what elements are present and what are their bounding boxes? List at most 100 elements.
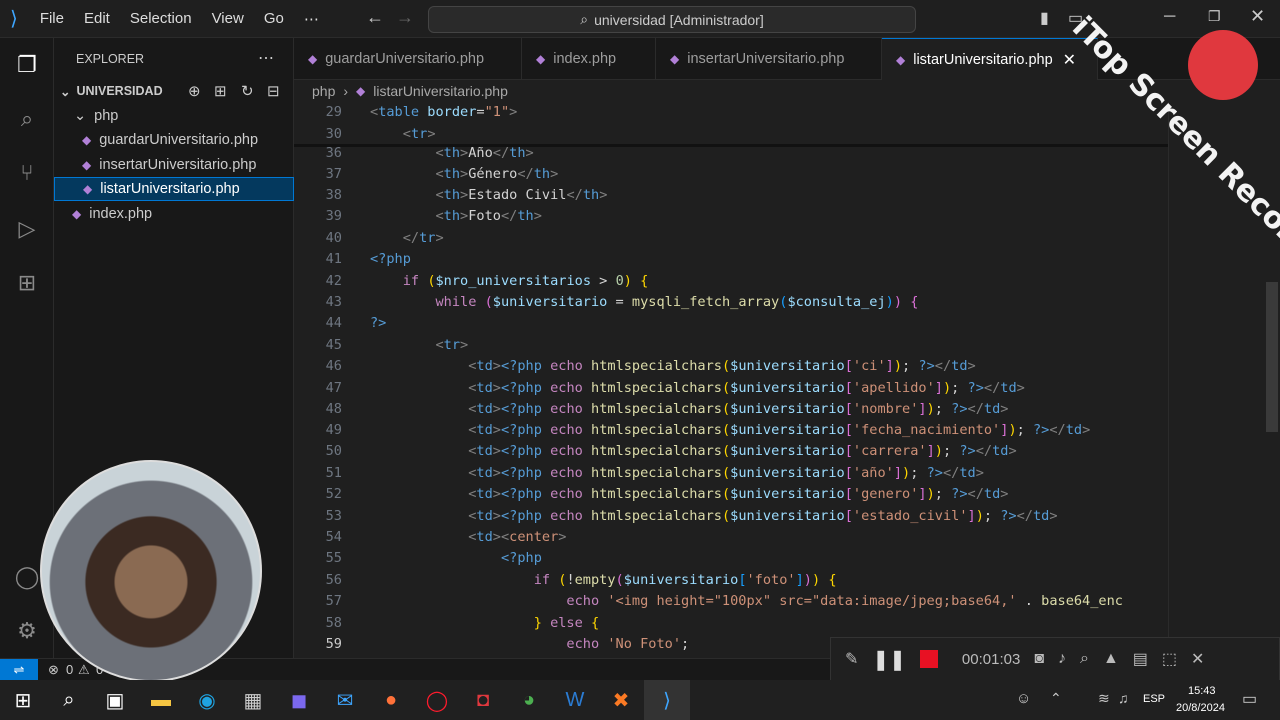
close-recorder-icon[interactable]: ✕ <box>1191 649 1204 669</box>
account-icon[interactable]: ◯ <box>12 562 42 592</box>
people-icon[interactable]: ☺ <box>1016 690 1031 707</box>
restore-icon[interactable]: ❐ <box>1208 8 1221 25</box>
php-file-icon: ◆ <box>536 52 546 66</box>
wifi-icon[interactable]: ≋ <box>1098 690 1110 707</box>
code-line: <tr> <box>402 126 436 142</box>
volume-icon[interactable]: ♫ <box>1118 690 1129 706</box>
line-number: 57 <box>325 593 342 609</box>
mic-icon[interactable]: ♪ <box>1058 650 1066 668</box>
menu-go[interactable]: Go <box>256 10 292 27</box>
notification-icon[interactable]: ▭ <box>1242 689 1257 709</box>
root-folder[interactable]: ⌄ UNIVERSIDAD ⊕ ⊞ ↻ ⊟ <box>54 79 294 103</box>
pause-icon[interactable]: ❚❚ <box>872 647 906 672</box>
file-item[interactable]: ◆ guardarUniversitario.php <box>54 128 294 152</box>
store-icon[interactable]: ▦ <box>230 680 276 720</box>
refresh-icon[interactable]: ↻ <box>241 82 254 100</box>
back-arrow-icon[interactable]: ← <box>366 7 384 28</box>
close-window-icon[interactable]: ✕ <box>1250 6 1265 27</box>
search-icon[interactable]: ⌕ <box>12 104 42 134</box>
php-file-icon: ◆ <box>82 133 92 147</box>
file-item[interactable]: ◆ insertarUniversitario.php <box>54 153 294 177</box>
minimize-icon[interactable]: ─ <box>1164 8 1175 26</box>
firefox-icon[interactable]: ● <box>368 680 414 720</box>
vscode-icon[interactable]: ⟩ <box>644 680 690 720</box>
file-explorer-icon[interactable]: ▬ <box>138 680 184 720</box>
code-line: <td><?php echo htmlspecialchars($univers… <box>468 358 976 374</box>
menu-file[interactable]: File <box>32 10 72 27</box>
close-tab-icon[interactable]: ✕ <box>1063 50 1076 70</box>
collapse-all-icon[interactable]: ⊟ <box>267 82 280 100</box>
line-number: 44 <box>325 315 342 331</box>
line-number: 38 <box>325 187 342 203</box>
file-label: listarUniversitario.php <box>100 181 240 197</box>
scrollbar[interactable] <box>1266 282 1278 432</box>
php-file-icon: ◆ <box>72 207 82 221</box>
code-line: <th>Género</th> <box>435 166 559 182</box>
warning-icon[interactable]: ⚠ <box>78 662 90 678</box>
code-line: <th>Estado Civil</th> <box>435 187 608 203</box>
tab-listar[interactable]: ◆ listarUniversitario.php ✕ <box>882 38 1098 80</box>
line-number: 54 <box>325 529 342 545</box>
code-line: echo '<img height="100px" src="data:imag… <box>566 593 1123 609</box>
menu-view[interactable]: View <box>204 10 252 27</box>
line-number: 58 <box>325 615 342 631</box>
chrome-icon[interactable]: ◕ <box>506 680 552 720</box>
xampp-icon[interactable]: ✖ <box>598 680 644 720</box>
settings-gear-icon[interactable]: ⚙ <box>12 616 42 646</box>
chat-icon[interactable]: ▤ <box>1133 649 1148 669</box>
code-line: <td><center> <box>468 529 567 545</box>
code-line: </tr> <box>402 230 444 246</box>
tab-index[interactable]: ◆ index.php <box>522 38 656 80</box>
line-number: 53 <box>325 508 342 524</box>
menu-selection[interactable]: Selection <box>122 10 200 27</box>
edge-icon[interactable]: ◉ <box>184 680 230 720</box>
p-app-icon[interactable]: ◼ <box>276 680 322 720</box>
menu-more[interactable]: ⋯ <box>296 10 327 28</box>
file-item[interactable]: ◆ index.php <box>54 202 294 226</box>
tab-label: guardarUniversitario.php <box>325 51 485 67</box>
new-folder-icon[interactable]: ⊞ <box>214 82 227 100</box>
breadcrumb-file[interactable]: listarUniversitario.php <box>373 83 508 99</box>
pen-icon[interactable]: ✎ <box>845 649 858 669</box>
folder-php[interactable]: ⌄ php <box>54 104 294 128</box>
source-control-icon[interactable]: ⑂ <box>12 158 42 188</box>
explorer-more-icon[interactable]: ⋯ <box>258 48 274 68</box>
search-icon[interactable]: ⌕ <box>46 680 92 720</box>
remote-button[interactable]: ⇌ <box>0 659 38 681</box>
stop-icon[interactable] <box>919 650 938 668</box>
edit-icon[interactable]: ⬚ <box>1162 649 1177 669</box>
code-editor[interactable]: 29 <table border="1"> 30 <tr> 36 <th>Año… <box>294 102 1280 658</box>
zoom-icon[interactable]: ⌕ <box>1080 650 1089 668</box>
file-item-selected[interactable]: ◆ listarUniversitario.php <box>54 177 294 201</box>
tray-chevron-icon[interactable]: ⌃ <box>1050 690 1062 707</box>
task-view-icon[interactable]: ▣ <box>92 680 138 720</box>
code-line: <td><?php echo htmlspecialchars($univers… <box>468 401 1009 417</box>
line-number: 55 <box>325 550 342 566</box>
file-label: index.php <box>89 206 153 222</box>
word-icon[interactable]: W <box>552 680 598 720</box>
audio-icon[interactable]: ▲ <box>1103 650 1119 668</box>
language-indicator[interactable]: ESP <box>1143 693 1165 705</box>
camera-icon[interactable]: ◙ <box>1034 650 1044 668</box>
breadcrumb-folder[interactable]: php <box>312 83 335 99</box>
mail-icon[interactable]: ✉ <box>322 680 368 720</box>
new-file-icon[interactable]: ⊕ <box>188 82 201 100</box>
menu-edit[interactable]: Edit <box>76 10 118 27</box>
tab-guardar[interactable]: ◆ guardarUniversitario.php <box>294 38 522 80</box>
clock-time[interactable]: 15:43 <box>1188 685 1216 697</box>
error-icon[interactable]: ⊗ <box>48 662 59 678</box>
recorder-logo-icon <box>1188 30 1258 100</box>
explorer-icon[interactable]: ❐ <box>12 50 42 80</box>
command-search-box[interactable]: ⌕ universidad [Administrador] <box>428 6 916 33</box>
opera-icon[interactable]: ◯ <box>414 680 460 720</box>
run-debug-icon[interactable]: ▷ <box>12 214 42 244</box>
recorder-app-icon[interactable]: ◘ <box>460 680 506 720</box>
windows-start-icon[interactable]: ⊞ <box>0 680 46 720</box>
chevron-down-icon: ⌄ <box>74 108 87 124</box>
clock-date[interactable]: 20/8/2024 <box>1176 702 1225 714</box>
code-line: <?php <box>370 251 411 267</box>
forward-arrow-icon[interactable]: → <box>396 7 414 28</box>
layout-sidebar-icon[interactable]: ▮ <box>1040 8 1049 28</box>
tab-insertar[interactable]: ◆ insertarUniversitario.php <box>656 38 882 80</box>
extensions-icon[interactable]: ⊞ <box>12 268 42 298</box>
